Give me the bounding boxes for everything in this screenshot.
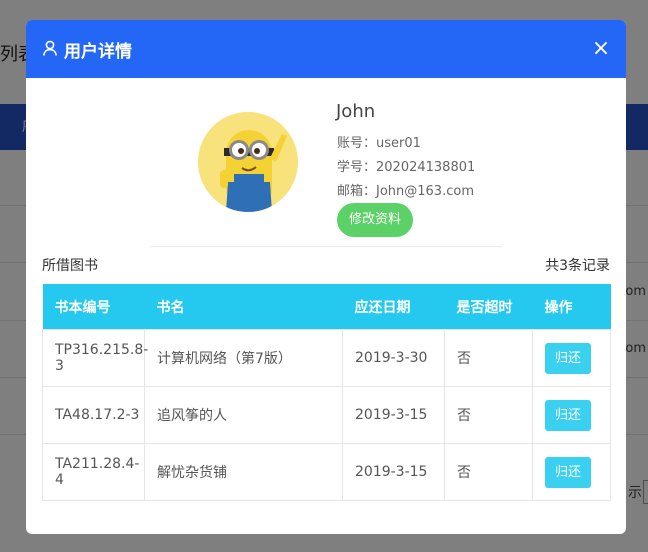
book-id-cell: TA48.17.2-3 [42, 386, 145, 444]
table-row: TA211.28.4-4 解忧杂货铺 2019-3-15 否 归还 [42, 443, 611, 501]
edit-profile-button[interactable]: 修改资料 [337, 203, 413, 237]
overdue-cell: 否 [444, 386, 533, 444]
record-count: 共3条记录 [545, 258, 610, 274]
column-header-action: 操作 [532, 284, 611, 330]
email-text: 邮箱：John@163.com [337, 184, 474, 199]
overdue-cell: 否 [444, 443, 533, 501]
return-button[interactable]: 归还 [545, 342, 591, 374]
column-header-book-id: 书本编号 [42, 284, 145, 330]
book-id-cell: TA211.28.4-4 [42, 443, 145, 501]
action-cell: 归还 [532, 386, 611, 444]
avatar [198, 112, 298, 212]
table-row: TA48.17.2-3 追风筝的人 2019-3-15 否 归还 [42, 386, 611, 444]
column-header-overdue: 是否超时 [444, 284, 533, 330]
return-button[interactable]: 归还 [545, 456, 591, 488]
borrowed-books-label: 所借图书 [42, 258, 98, 274]
user-name: John [336, 101, 376, 122]
action-cell: 归还 [532, 329, 611, 387]
overdue-cell: 否 [444, 329, 533, 387]
due-date-cell: 2019-3-15 [342, 386, 445, 444]
book-id-cell: TP316.215.8-3 [42, 329, 148, 387]
due-date-cell: 2019-3-15 [342, 443, 445, 501]
book-title-cell: 追风筝的人 [144, 386, 343, 444]
user-detail-modal: 用户详情 × John 账号：user01 学号：202024138801 邮箱… [26, 20, 626, 534]
table-row: TP316.215.8-3 计算机网络（第7版） 2019-3-30 否 归还 [42, 329, 611, 387]
book-title-cell: 解忧杂货铺 [144, 443, 343, 501]
divider [150, 246, 502, 247]
user-icon [43, 40, 57, 56]
close-icon[interactable]: × [590, 38, 612, 60]
modal-header: 用户详情 × [26, 20, 626, 78]
column-header-title: 书名 [144, 284, 343, 330]
account-text: 账号：user01 [337, 136, 421, 151]
column-header-due-date: 应还日期 [342, 284, 445, 330]
table-header-row: 书本编号 书名 应还日期 是否超时 操作 [42, 284, 611, 330]
action-cell: 归还 [532, 443, 611, 501]
student-id-text: 学号：202024138801 [337, 160, 476, 175]
book-title-cell: 计算机网络（第7版） [144, 329, 343, 387]
borrowed-books-table: 书本编号 书名 应还日期 是否超时 操作 TP316.215.8-3 计算机网络… [42, 284, 611, 501]
return-button[interactable]: 归还 [545, 399, 591, 431]
modal-title: 用户详情 [64, 42, 132, 62]
due-date-cell: 2019-3-30 [342, 329, 445, 387]
